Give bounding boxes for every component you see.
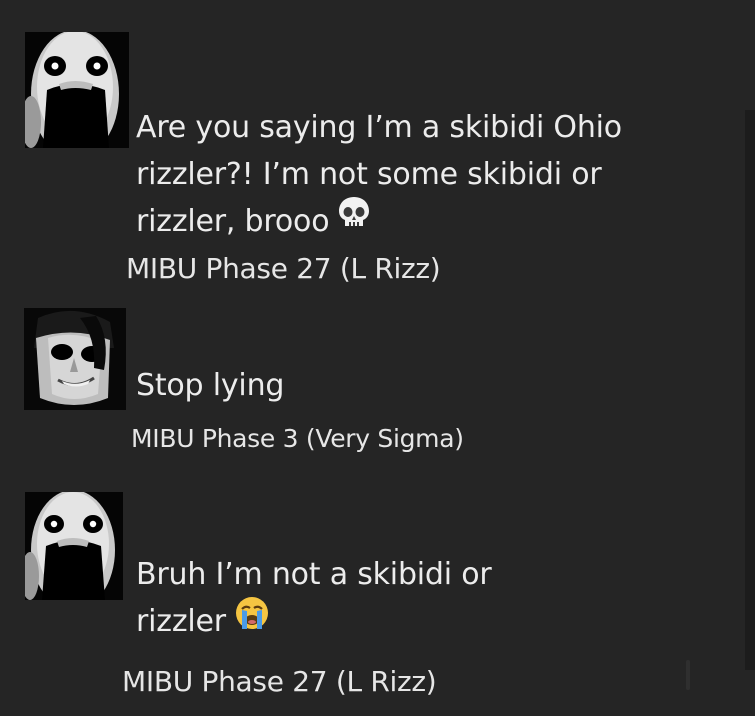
message-line: Stop lying [136, 368, 285, 403]
divider [686, 660, 690, 690]
message-line: rizzler [136, 595, 492, 645]
message-line-text: rizzler [136, 604, 226, 639]
message-line: Bruh I’m not a skibidi or [136, 557, 492, 592]
message-line: rizzler?! I’m not some skibidi or [136, 157, 602, 192]
crying-face-emoji-icon [234, 595, 270, 645]
grimacing-face-avatar-icon[interactable] [25, 32, 129, 148]
message-line: Are you saying I’m a skibidi Ohio [136, 110, 622, 145]
grimacing-face-avatar-icon[interactable] [25, 492, 123, 600]
scrollbar[interactable] [745, 110, 755, 670]
message-author[interactable]: MIBU Phase 27 (L Rizz) [122, 664, 437, 700]
chat-thread: Are you saying I’m a skibidi Ohio rizzle… [0, 0, 755, 716]
message-line: rizzler, brooo [136, 195, 622, 245]
message-line-text: rizzler, brooo [136, 204, 330, 239]
message-text: Stop lying [136, 362, 284, 409]
message-text: Are you saying I’m a skibidi Ohio rizzle… [136, 104, 622, 245]
message-author[interactable]: MIBU Phase 3 (Very Sigma) [131, 421, 464, 457]
smiling-man-avatar-icon[interactable] [24, 308, 126, 410]
message-text: Bruh I’m not a skibidi or rizzler [136, 551, 492, 645]
skull-emoji-icon [337, 195, 371, 245]
message-author[interactable]: MIBU Phase 27 (L Rizz) [126, 251, 441, 287]
